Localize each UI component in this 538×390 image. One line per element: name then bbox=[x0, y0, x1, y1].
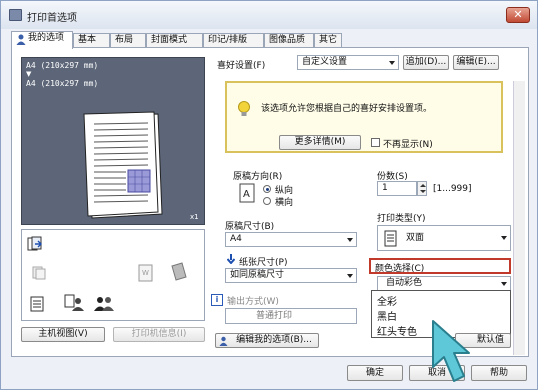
tab-label: 我的选项 bbox=[28, 33, 65, 43]
preview-copies-count: x1 bbox=[190, 213, 199, 221]
color-option-full-color[interactable]: 全彩 bbox=[377, 293, 397, 308]
preview-paper-original: A4 (210x297 mm) bbox=[26, 61, 99, 70]
staple-icon: W bbox=[138, 264, 154, 285]
chevron-down-icon bbox=[347, 273, 353, 278]
page-preview: A4 (210x297 mm) ▼ A4 (210x297 mm) x1 bbox=[21, 57, 205, 225]
settings-scrollbar[interactable] bbox=[513, 81, 525, 355]
title-bar: 打印首选项 ✕ bbox=[1, 1, 537, 29]
host-view-button[interactable]: 主机视图(V) bbox=[21, 327, 105, 342]
portrait-radio[interactable] bbox=[263, 185, 271, 193]
orientation-label: 原稿方向(R) bbox=[233, 172, 283, 182]
tab-cover-mode[interactable]: 封面模式 bbox=[146, 33, 203, 48]
color-select-value: 自动彩色 bbox=[386, 278, 423, 288]
favorite-value: 自定义设置 bbox=[302, 57, 348, 67]
paper-size-value: 如同原稿尺寸 bbox=[230, 270, 285, 280]
tab-stamp-composition[interactable]: 印记/排版 bbox=[203, 33, 264, 48]
copies-input[interactable]: 1 bbox=[377, 181, 417, 196]
chevron-down-icon bbox=[501, 236, 507, 240]
print-type-value: 双面 bbox=[406, 233, 425, 243]
tip-text: 该选项允许您根据自己的喜好安排设置项。 bbox=[261, 104, 433, 114]
paper-size-select[interactable]: 如同原稿尺寸 bbox=[225, 268, 357, 283]
landscape-radio[interactable] bbox=[263, 197, 271, 205]
edit-my-tab-button[interactable]: 编辑我的选项(B)... bbox=[215, 333, 319, 348]
copies-value: 1 bbox=[382, 183, 388, 193]
arrow-down-icon bbox=[226, 254, 236, 267]
paper-size-label: 纸张尺寸(P) bbox=[239, 258, 288, 268]
lightbulb-icon bbox=[237, 101, 251, 122]
color-option-red-spot[interactable]: 红头专色 bbox=[377, 323, 417, 338]
duplex-icon[interactable] bbox=[27, 236, 43, 255]
no-show-label: 不再显示(N) bbox=[383, 140, 433, 150]
svg-text:A: A bbox=[243, 189, 250, 200]
cursor-arrow-icon bbox=[429, 319, 487, 390]
copies-stepper[interactable] bbox=[417, 181, 427, 196]
chevron-down-icon bbox=[389, 60, 395, 65]
users-icon bbox=[94, 294, 114, 315]
original-size-value: A4 bbox=[230, 234, 242, 244]
document-list-icon bbox=[30, 296, 44, 315]
function-icons-area: W bbox=[21, 229, 205, 321]
tab-image-quality[interactable]: 图像品质 bbox=[264, 33, 314, 48]
color-selection-label: 颜色选择(C) bbox=[375, 264, 425, 274]
edit-button[interactable]: 编辑(E)... bbox=[453, 55, 499, 70]
more-details-button[interactable]: 更多详情(M) bbox=[279, 135, 361, 150]
edit-my-tab-label: 编辑我的选项(B)... bbox=[236, 335, 312, 345]
tab-my-options[interactable]: 我的选项 bbox=[11, 31, 73, 49]
close-button[interactable]: ✕ bbox=[506, 7, 530, 23]
original-size-label: 原稿尺寸(B) bbox=[225, 222, 275, 232]
printer-info-button[interactable]: 打印机信息(I) bbox=[113, 327, 205, 342]
window-title: 打印首选项 bbox=[27, 13, 77, 24]
preview-paper-output: A4 (210x297 mm) bbox=[26, 79, 99, 88]
user-icon bbox=[219, 336, 228, 351]
color-option-black-white[interactable]: 黑白 bbox=[377, 308, 397, 323]
info-icon: i bbox=[211, 294, 223, 306]
tab-layout[interactable]: 布局 bbox=[110, 33, 146, 48]
output-method-select[interactable]: 普通打印 bbox=[225, 308, 357, 324]
favorite-select[interactable]: 自定义设置 bbox=[297, 55, 399, 70]
print-preferences-window: 打印首选项 ✕ 我的选项 基本 布局 封面模式 印记/排版 图像品质 其它 A4… bbox=[0, 0, 538, 390]
tab-other[interactable]: 其它 bbox=[314, 33, 342, 48]
chevron-down-icon bbox=[347, 237, 353, 242]
paper-tray-icon bbox=[168, 262, 188, 285]
no-show-checkbox[interactable] bbox=[371, 138, 380, 147]
output-method-label: 输出方式(W) bbox=[227, 297, 279, 307]
document-page-image bbox=[82, 110, 164, 223]
color-select[interactable]: 自动彩色 bbox=[377, 276, 511, 291]
svg-text:W: W bbox=[142, 269, 149, 277]
chevron-down-icon bbox=[501, 281, 507, 286]
copies-icon bbox=[32, 266, 46, 283]
ok-button[interactable]: 确定 bbox=[347, 365, 403, 381]
add-button[interactable]: 追加(D)... bbox=[403, 55, 449, 70]
copies-range: [1...999] bbox=[433, 184, 472, 194]
duplex-page-icon bbox=[384, 230, 398, 250]
print-type-label: 打印类型(Y) bbox=[377, 214, 426, 224]
user-auth-icon bbox=[64, 294, 84, 315]
tip-box: 该选项允许您根据自己的喜好安排设置项。 更多详情(M) 不再显示(N) bbox=[225, 81, 503, 153]
user-icon bbox=[16, 34, 26, 50]
portrait-page-icon: A bbox=[239, 183, 255, 206]
print-type-select[interactable]: 双面 bbox=[377, 225, 511, 251]
output-method-value: 普通打印 bbox=[256, 311, 293, 321]
favorite-label: 喜好设置(F) bbox=[217, 61, 266, 71]
preview-arrow: ▼ bbox=[26, 70, 32, 78]
landscape-label: 横向 bbox=[275, 198, 294, 208]
original-size-select[interactable]: A4 bbox=[225, 232, 357, 247]
printer-icon bbox=[9, 9, 22, 21]
tab-basic[interactable]: 基本 bbox=[73, 33, 110, 48]
